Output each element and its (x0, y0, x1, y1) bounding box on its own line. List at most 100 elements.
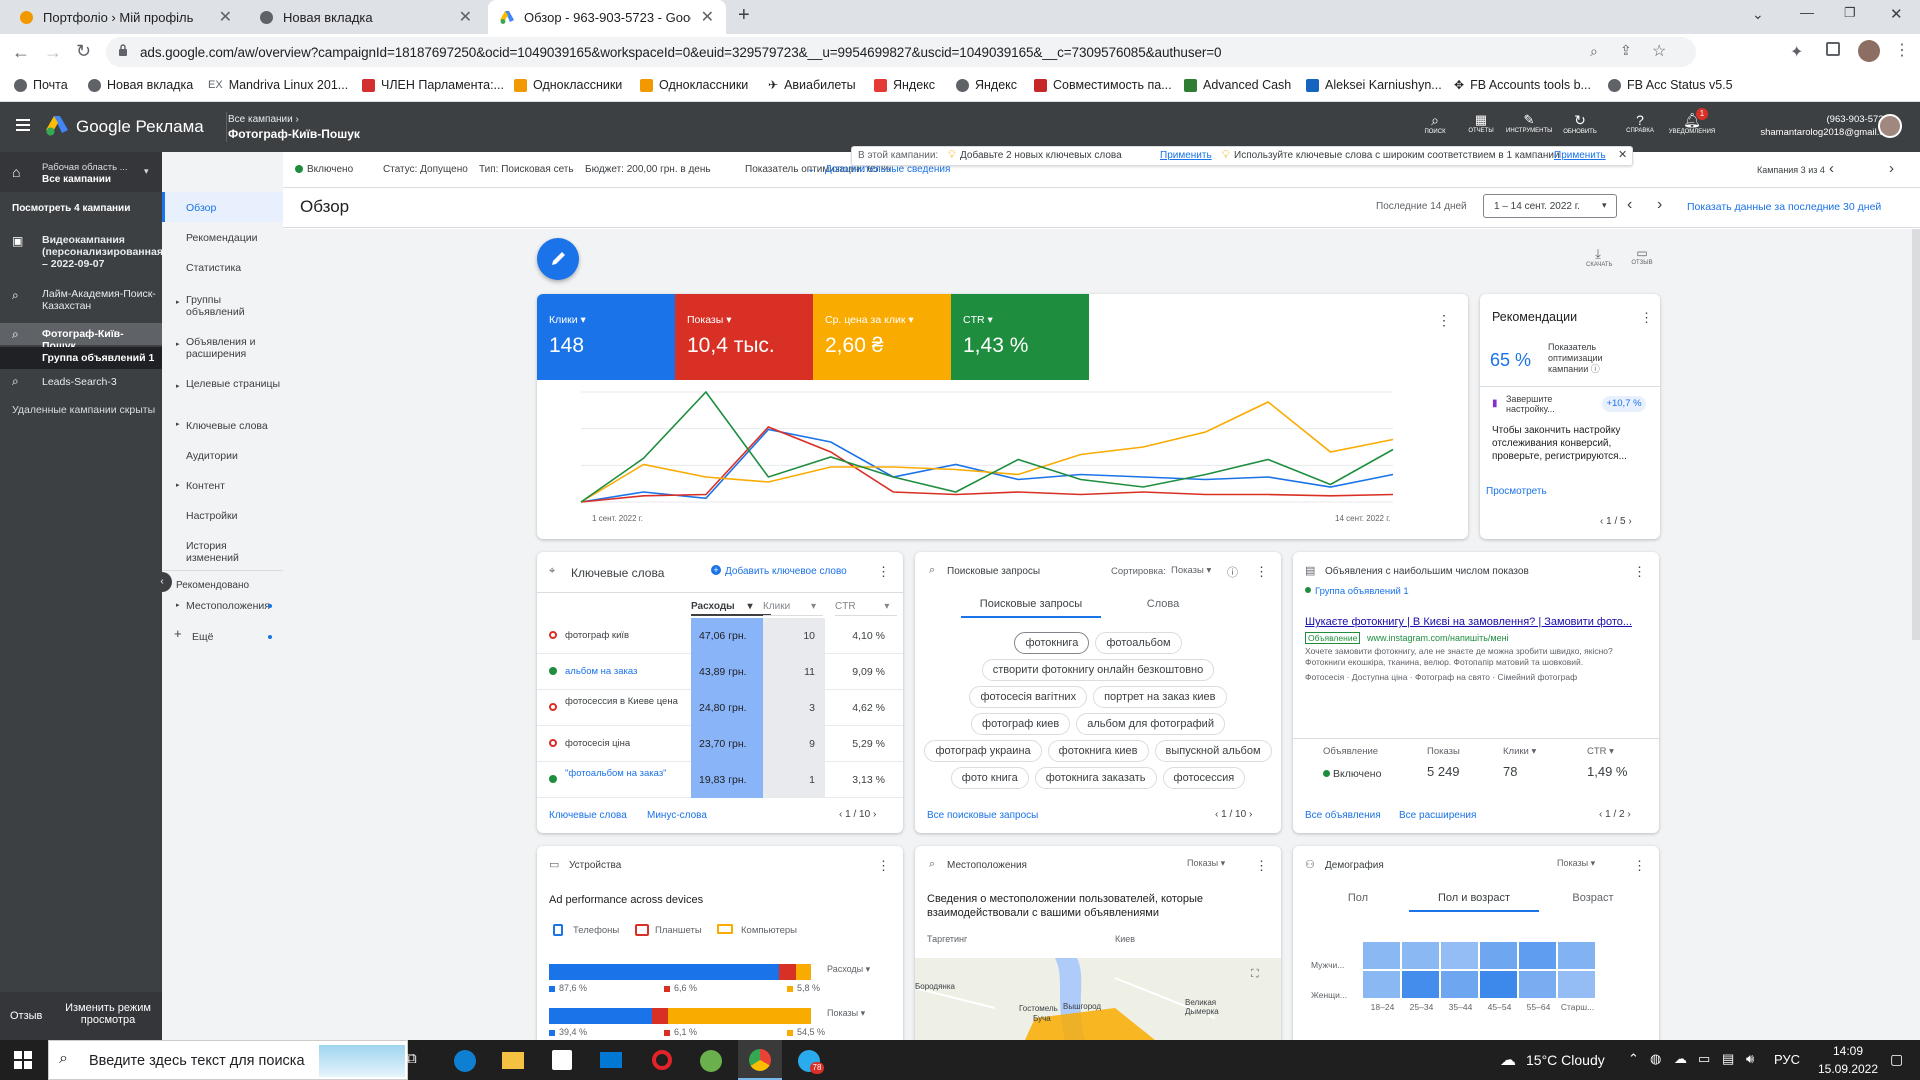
onedrive-icon[interactable]: ☁ (1674, 1051, 1687, 1067)
tool-help[interactable]: ? СПРАВКА (1620, 112, 1660, 134)
ad-headline[interactable]: Шукаєте фотокнигу | В Києві на замовленн… (1305, 616, 1651, 628)
prev-icon[interactable]: ‹ (1599, 809, 1602, 820)
menu-recommendations[interactable]: Рекомендации (186, 232, 281, 244)
apply-link[interactable]: Применить (1160, 150, 1212, 161)
side-panel-icon[interactable] (1826, 42, 1840, 56)
more-vert-icon[interactable]: ⋮ (1633, 564, 1646, 580)
show-30-days-link[interactable]: Показать данные за последние 30 дней (1687, 201, 1881, 213)
campaign-item-leads[interactable]: Leads-Search-3 (42, 376, 157, 388)
bookmark-item[interactable]: Совместимость па... (1034, 78, 1172, 92)
prev-icon[interactable]: ‹ (1215, 809, 1218, 820)
ad-status[interactable]: Включено (1333, 768, 1381, 780)
zoom-icon[interactable]: ⌕ (1590, 43, 1598, 60)
bookmark-item[interactable]: Яндекс (874, 78, 935, 92)
heatmap-cell[interactable] (1519, 971, 1556, 998)
menu-overview[interactable]: Обзор (186, 202, 281, 214)
bookmark-item[interactable]: Одноклассники (640, 78, 748, 92)
keyword-text[interactable]: "фотоальбом на заказ" (565, 768, 685, 779)
close-tab-icon[interactable]: ✕ (701, 7, 714, 27)
edit-fab-button[interactable] (537, 238, 579, 280)
search-term-chip[interactable]: фотограф киев (971, 713, 1071, 735)
heatmap-cell[interactable] (1402, 971, 1439, 998)
back-icon[interactable]: ← (12, 42, 30, 63)
task-view-icon[interactable]: ⧉ (406, 1050, 417, 1067)
search-term-chip[interactable]: выпускной альбом (1154, 740, 1272, 762)
status-enabled[interactable]: Включено (307, 164, 353, 175)
menu-keywords[interactable]: Ключевые слова (186, 420, 281, 432)
battery-icon[interactable]: ▭ (1698, 1051, 1710, 1067)
heatmap-cell[interactable] (1519, 942, 1556, 969)
device-bar-phones[interactable] (549, 964, 779, 980)
metric-impressions[interactable]: Показы ▾ 10,4 тыс. (675, 294, 813, 380)
more-vert-icon[interactable]: ⋮ (1437, 312, 1451, 329)
ad-group-link[interactable]: Группа объявлений 1 (1315, 586, 1409, 597)
share-icon[interactable]: ⇪ (1620, 42, 1632, 59)
date-range-picker[interactable]: 1 – 14 сент. 2022 г. ▾ (1483, 194, 1617, 218)
metric-dropdown[interactable]: Показы ▾ (1557, 858, 1595, 869)
bookmark-item[interactable]: Advanced Cash (1184, 78, 1291, 92)
tab-new[interactable]: Новая вкладка ✕ (248, 0, 484, 34)
see-campaigns-link[interactable]: Посмотреть 4 кампании (12, 203, 130, 214)
view-recommendation-link[interactable]: Просмотреть (1486, 486, 1547, 497)
taskbar-search[interactable]: ⌕ Введите здесь текст для поиска (48, 1040, 408, 1080)
download-button[interactable]: ⤓ СКАЧАТЬ (1586, 246, 1613, 268)
utorrent-icon[interactable] (700, 1050, 722, 1072)
account-avatar[interactable] (1878, 114, 1902, 138)
weather-text[interactable]: 15°C Cloudy (1526, 1052, 1605, 1068)
help-icon[interactable]: ⓘ (1227, 564, 1238, 580)
menu-landing-pages[interactable]: Целевые страницы (186, 378, 281, 390)
tab-google-ads[interactable]: Обзор - 963-903-5723 - Google ✕ (488, 0, 726, 34)
tool-tools[interactable]: ✎ ИНСТРУМЕНТЫ (1506, 112, 1552, 134)
campaign-item-video[interactable]: Видеокампания (персонализированная) – 20… (42, 234, 166, 270)
col-ctr[interactable]: CTR ▾ (835, 598, 897, 616)
forward-icon[interactable]: → (44, 42, 62, 63)
tool-refresh[interactable]: ↻ ОБНОВИТЬ (1560, 112, 1600, 135)
collapse-menu-icon[interactable]: ‹ (152, 572, 172, 592)
search-term-chip[interactable]: фотосессия (1162, 767, 1246, 789)
scrollbar-thumb[interactable] (1912, 229, 1920, 640)
feedback-link[interactable]: Отзыв (10, 1010, 42, 1022)
tab-search-terms[interactable]: Поисковые запросы (961, 598, 1101, 618)
keyword-row[interactable]: альбом на заказ 43,89 грн. 11 9,09 % (537, 654, 903, 690)
col-cost[interactable]: Расходы ▾ (691, 598, 771, 616)
device-bar-computers[interactable] (795, 964, 811, 980)
apply-link[interactable]: Применить (1554, 150, 1606, 161)
heatmap-cell[interactable] (1363, 942, 1400, 969)
breadcrumb-campaign[interactable]: Фотограф-Київ-Пошук (228, 127, 360, 141)
more-vert-icon[interactable]: ⋮ (1640, 310, 1653, 326)
keyword-text[interactable]: альбом на заказ (565, 666, 685, 677)
keywords-link[interactable]: Ключевые слова (549, 810, 627, 821)
fullscreen-icon[interactable]: ⛶ (1251, 968, 1259, 981)
tool-search[interactable]: ⌕ ПОИСК (1422, 112, 1448, 135)
bookmark-item[interactable]: Яндекс (956, 78, 1017, 92)
tool-reports[interactable]: ▦ ОТЧЕТЫ (1466, 112, 1496, 134)
tab-portfolio[interactable]: Портфоліо › Мій профіль ✕ (8, 0, 244, 34)
menu-ads-extensions[interactable]: Объявления и расширения (186, 336, 281, 360)
new-tab-icon[interactable]: + (738, 4, 750, 27)
more-vert-icon[interactable]: ⋮ (1255, 564, 1268, 580)
volume-icon[interactable]: 🔊︎ (1746, 1051, 1754, 1067)
search-term-chip[interactable]: фотокнига киев (1047, 740, 1149, 762)
tab-words[interactable]: Слова (1103, 598, 1223, 618)
hamburger-menu-icon[interactable] (16, 119, 30, 133)
heatmap-cell[interactable] (1480, 971, 1517, 998)
prev-icon[interactable]: ‹ (1600, 516, 1603, 527)
feedback-button[interactable]: ▭ ОТЗЫВ (1630, 246, 1654, 266)
keyword-row[interactable]: "фотоальбом на заказ" 19,83 грн. 1 3,13 % (537, 762, 903, 798)
menu-more[interactable]: Ещё (192, 631, 287, 643)
bookmark-item[interactable]: ЧЛЕН Парламента:... (362, 78, 504, 92)
heatmap-cell[interactable] (1558, 942, 1595, 969)
tray-chevron-icon[interactable]: ⌃ (1628, 1051, 1639, 1067)
bookmark-item[interactable]: EX Mandriva Linux 201... (208, 78, 348, 92)
search-term-chip[interactable]: фотоальбом (1095, 632, 1182, 654)
add-keyword-link[interactable]: Добавить ключевое слово (725, 566, 847, 577)
reload-icon[interactable]: ↻ (76, 41, 91, 62)
keyword-row[interactable]: фотосессия в Киеве цена 24,80 грн. 3 4,62 % (537, 690, 903, 726)
tool-notifications[interactable]: 🔔︎ УВЕДОМЛЕНИЯ (1666, 112, 1718, 135)
menu-content[interactable]: Контент (186, 480, 281, 492)
keyword-row[interactable]: фотосесія ціна 23,70 грн. 9 5,29 % (537, 726, 903, 762)
workspace-selector[interactable]: ⌂ Рабочая область ... Все кампании ▾ (0, 152, 162, 192)
menu-locations[interactable]: Местоположения (186, 600, 281, 612)
more-vert-icon[interactable]: ⋮ (1255, 858, 1268, 874)
next-icon[interactable]: › (873, 809, 876, 820)
